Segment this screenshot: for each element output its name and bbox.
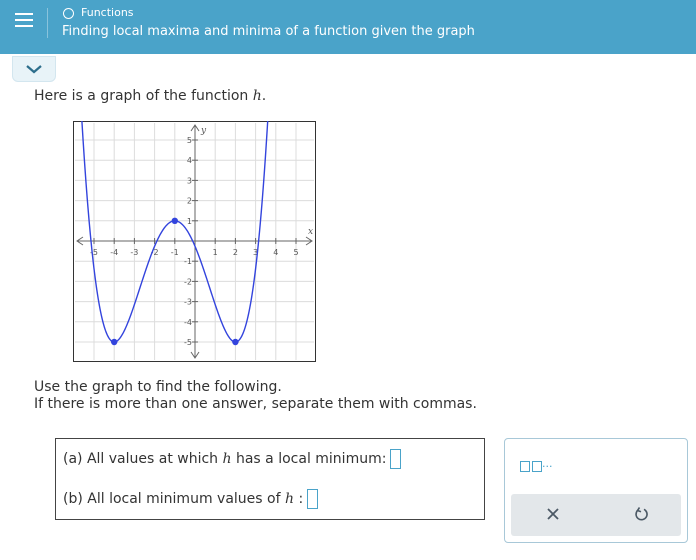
x-tick-label: 2 — [233, 248, 238, 257]
category-circle-icon — [63, 8, 74, 19]
y-tick-label: -3 — [184, 298, 192, 307]
action-bar — [511, 494, 681, 536]
x-axis-label: x — [308, 227, 313, 237]
x-tick-label: -4 — [110, 248, 118, 257]
intro-prefix: Here is a graph of the function — [34, 88, 253, 104]
graph-key-point — [232, 338, 239, 346]
close-icon — [547, 508, 559, 520]
y-tick-label: -4 — [184, 318, 192, 327]
chevron-down-icon — [26, 65, 42, 74]
header-bar: Functions Finding local maxima and minim… — [0, 0, 696, 54]
y-tick-label: 1 — [187, 217, 192, 226]
question-box: (a) All values at which h has a local mi… — [55, 438, 485, 520]
topic-title: Finding local maxima and minima of a fun… — [62, 24, 475, 39]
answer-a-input[interactable] — [390, 449, 402, 469]
graph-key-point — [111, 338, 118, 346]
instruction-line-1: Use the graph to find the following. — [34, 379, 282, 395]
instructions: Use the graph to find the following. If … — [34, 379, 477, 413]
question-a-suffix: has a local minimum: — [231, 451, 387, 467]
question-b-prefix: (b) All local minimum values of — [63, 491, 285, 507]
undo-button[interactable] — [629, 502, 653, 526]
y-axis-label: y — [200, 126, 207, 136]
function-graph: -5 -4 -3 -2 -1 1 2 3 4 554321-1-2-3-4-5xy — [73, 121, 316, 362]
question-b: (b) All local minimum values of h : — [63, 489, 319, 509]
question-a-fn: h — [222, 451, 232, 467]
x-tick-label: -3 — [130, 248, 138, 257]
intro-text: Here is a graph of the function h. — [34, 88, 266, 104]
y-tick-label: 4 — [187, 156, 192, 165]
y-tick-label: -5 — [184, 338, 192, 347]
y-tick-label: 2 — [187, 197, 192, 206]
x-tick-label: -1 — [171, 248, 179, 257]
y-tick-label: 3 — [187, 176, 192, 185]
question-b-fn: h — [284, 491, 294, 507]
menu-icon[interactable] — [0, 0, 44, 44]
template-ellipsis: ... — [542, 457, 553, 470]
y-tick-label: 5 — [187, 136, 192, 145]
y-tick-label: -1 — [184, 257, 192, 266]
graph-key-point — [171, 217, 178, 224]
category-label: Functions — [81, 6, 134, 19]
function-name: h — [252, 88, 262, 104]
x-tick-label: 5 — [293, 248, 298, 257]
undo-icon — [635, 507, 648, 521]
question-b-suffix: : — [294, 491, 304, 507]
template-box-icon — [520, 461, 530, 472]
math-toolbar: ... — [504, 438, 688, 543]
y-tick-label: -2 — [184, 277, 192, 286]
x-tick-label: 4 — [273, 248, 278, 257]
question-a-prefix: (a) All values at which — [63, 451, 223, 467]
instruction-line-2: If there is more than one answer, separa… — [34, 396, 477, 412]
collapse-toggle[interactable] — [12, 56, 56, 82]
header-divider — [47, 8, 48, 38]
template-box-icon — [532, 461, 542, 472]
intro-end: . — [261, 88, 267, 104]
clear-button[interactable] — [541, 502, 565, 526]
question-a: (a) All values at which h has a local mi… — [63, 449, 402, 469]
answer-b-input[interactable] — [307, 489, 319, 509]
x-tick-label: 1 — [213, 248, 218, 257]
